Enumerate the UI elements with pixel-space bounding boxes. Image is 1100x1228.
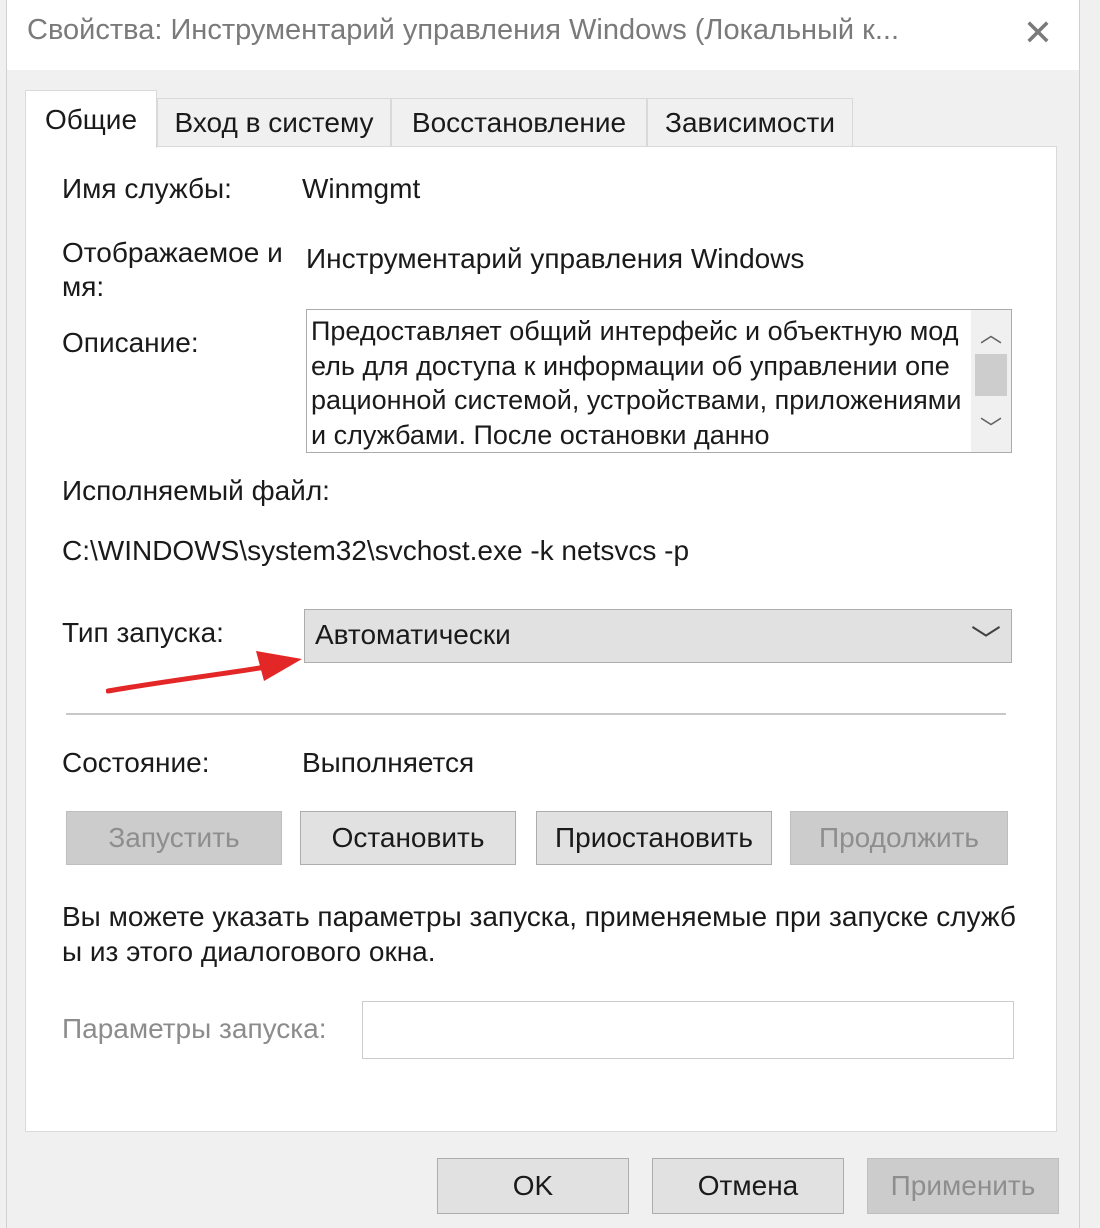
description-label: Описание:: [62, 327, 199, 358]
startup-type-select[interactable]: Автоматически ﹀: [304, 609, 1012, 663]
description-scrollbar[interactable]: ︿ ﹀: [971, 310, 1011, 452]
stop-button[interactable]: Остановить: [300, 811, 516, 865]
tab-panel-general: Имя службы: Winmgmt Отображаемое и мя: И…: [25, 146, 1057, 1132]
tab-general[interactable]: Общие: [25, 90, 157, 148]
separator: [66, 713, 1006, 715]
cancel-button[interactable]: Отмена: [652, 1158, 844, 1214]
description-text: Предоставляет общий интерфейс и объектну…: [311, 316, 962, 450]
service-name-value: Winmgmt: [302, 173, 421, 204]
startup-params-label: Параметры запуска:: [62, 1013, 327, 1044]
display-name-label-line1: Отображаемое и: [62, 237, 283, 268]
display-name-label-line2: мя:: [62, 271, 105, 302]
startup-params-hint: Вы можете указать параметры запуска, при…: [62, 901, 1016, 967]
ok-button[interactable]: OK: [437, 1158, 629, 1214]
resume-button[interactable]: Продолжить: [790, 811, 1008, 865]
apply-button[interactable]: Применить: [867, 1158, 1059, 1214]
chevron-down-icon: ﹀: [971, 625, 1001, 658]
scroll-down-icon[interactable]: ﹀: [971, 410, 1011, 444]
display-name-value: Инструментарий управления Windows: [306, 243, 805, 274]
tab-recovery[interactable]: Восстановление: [391, 98, 647, 146]
title-bar: Свойства: Инструментарий управления Wind…: [7, 0, 1079, 70]
pause-button[interactable]: Приостановить: [536, 811, 772, 865]
tab-dependencies[interactable]: Зависимости: [647, 98, 853, 146]
annotation-arrow-icon: [106, 651, 302, 694]
startup-params-input[interactable]: [362, 1001, 1014, 1059]
window-title: Свойства: Инструментарий управления Wind…: [27, 14, 900, 46]
start-button[interactable]: Запустить: [66, 811, 282, 865]
exe-label: Исполняемый файл:: [62, 475, 330, 506]
startup-type-value: Автоматически: [315, 619, 511, 650]
service-properties-dialog: Свойства: Инструментарий управления Wind…: [6, 0, 1080, 1228]
close-icon[interactable]: ✕: [1013, 10, 1063, 56]
description-textbox[interactable]: Предоставляет общий интерфейс и объектну…: [306, 309, 1012, 453]
exe-path: C:\WINDOWS\system32\svchost.exe -k netsv…: [62, 535, 690, 566]
scroll-up-icon[interactable]: ︿: [971, 316, 1011, 350]
status-value: Выполняется: [302, 747, 475, 778]
scroll-thumb[interactable]: [975, 354, 1007, 396]
tab-logon[interactable]: Вход в систему: [157, 98, 391, 146]
startup-type-label: Тип запуска:: [62, 617, 224, 648]
status-label: Состояние:: [62, 747, 210, 778]
service-name-label: Имя службы:: [62, 173, 232, 204]
